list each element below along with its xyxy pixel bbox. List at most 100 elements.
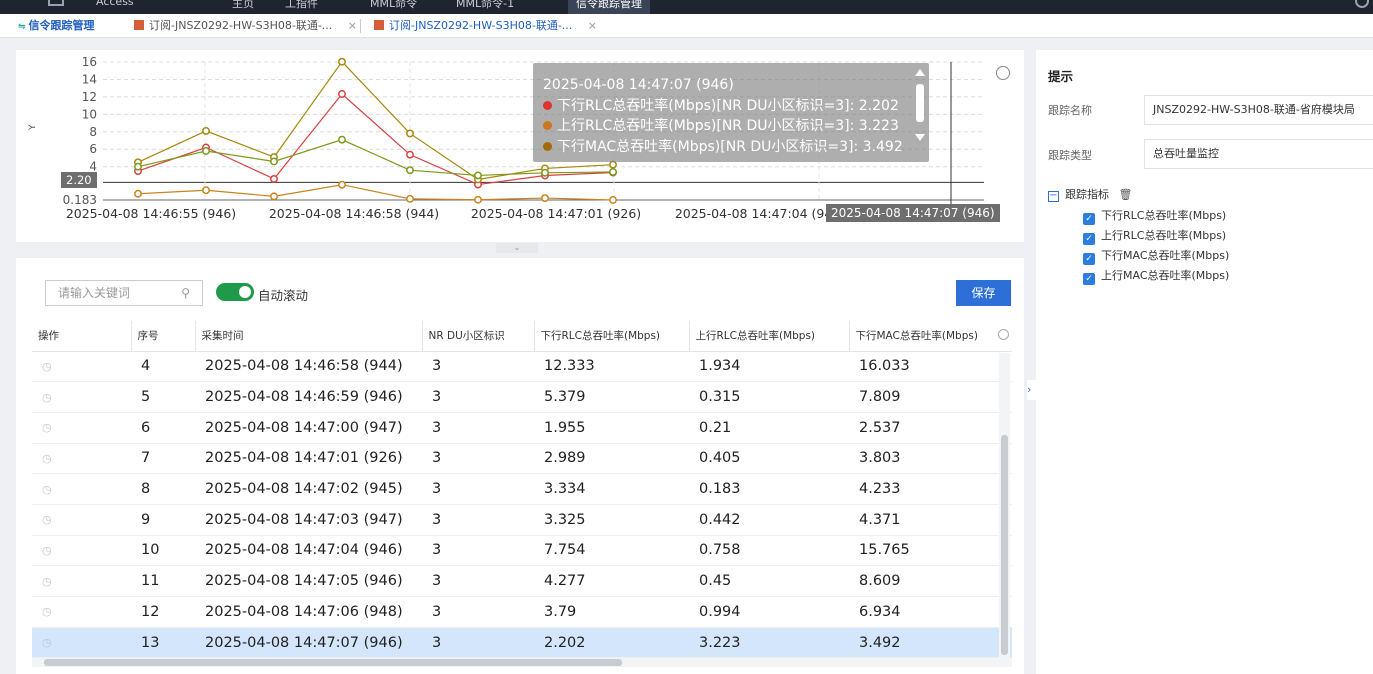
x-tick-label: 2025-04-08 14:47:04 (946) bbox=[675, 206, 845, 221]
top-tab-mml[interactable]: MML命令 bbox=[370, 0, 417, 14]
checkbox-icon[interactable]: ✓ bbox=[1083, 213, 1095, 225]
table-row[interactable]: ◷ 12 2025-04-08 14:47:06 (948) 3 3.79 0.994 6.… bbox=[32, 596, 1012, 628]
cell-id: 3 bbox=[422, 535, 534, 567]
metric-item[interactable]: ✓ 上行RLC总吞吐率(Mbps) bbox=[1083, 227, 1226, 245]
col-header-cell-id[interactable]: NR DU小区标识 bbox=[421, 321, 534, 352]
panel-collapse-arrow[interactable]: › bbox=[1027, 380, 1036, 400]
timer-icon[interactable]: ◷ bbox=[32, 596, 131, 628]
grid-icon bbox=[374, 20, 384, 30]
table-row[interactable]: ◷ 4 2025-04-08 14:46:58 (944) 3 12.333 1.934 1… bbox=[32, 351, 1012, 383]
ul-rlc-value: 0.183 bbox=[689, 473, 849, 505]
timer-icon[interactable]: ◷ bbox=[32, 627, 131, 659]
timer-icon[interactable]: ◷ bbox=[32, 351, 131, 383]
collection-time: 2025-04-08 14:47:01 (926) bbox=[195, 443, 422, 475]
table-row[interactable]: ◷ 13 2025-04-08 14:47:07 (946) 3 2.202 3.223 3… bbox=[32, 627, 1012, 659]
vertical-scrollbar[interactable] bbox=[999, 353, 1010, 658]
row-index: 4 bbox=[131, 351, 195, 383]
table-row[interactable]: ◷ 5 2025-04-08 14:46:59 (946) 3 5.379 0.315 7.… bbox=[32, 381, 1012, 413]
trace-name-field[interactable]: JNSZ0292-HW-S3H08-联通-省府模块局 bbox=[1144, 95, 1373, 125]
search-icon[interactable]: ⚲ bbox=[181, 281, 190, 305]
trace-name-label: 跟踪名称 bbox=[1048, 104, 1092, 117]
data-point bbox=[134, 189, 142, 198]
chart-settings-icon[interactable] bbox=[996, 66, 1010, 80]
metrics-label: 跟踪指标 bbox=[1065, 188, 1109, 201]
search-input[interactable]: 请输入关键词 ⚲ bbox=[45, 280, 203, 306]
top-tab-home[interactable]: 主页 bbox=[232, 0, 254, 14]
ul-rlc-value: 1.934 bbox=[689, 351, 849, 383]
dl-rlc-value: 3.79 bbox=[534, 596, 689, 628]
dl-mac-value: 7.809 bbox=[849, 381, 1012, 413]
tooltip-scrollbar[interactable] bbox=[915, 69, 925, 155]
data-point bbox=[202, 147, 210, 155]
auto-scroll-toggle[interactable] bbox=[216, 283, 254, 301]
top-tab-access[interactable]: Access bbox=[96, 0, 134, 14]
collection-time: 2025-04-08 14:47:03 (947) bbox=[195, 504, 422, 536]
tooltip-title: 2025-04-08 14:47:07 (946) bbox=[543, 77, 734, 93]
data-point bbox=[474, 195, 482, 204]
checkbox-icon[interactable]: ✓ bbox=[1083, 273, 1095, 285]
cell-id: 3 bbox=[422, 596, 534, 628]
row-index: 5 bbox=[131, 381, 195, 413]
col-header-ul-rlc[interactable]: 上行RLC总吞吐率(Mbps) bbox=[688, 321, 849, 352]
tab-strip: ⇋ 信令跟踪管理 订阅-JNSZ0292-HW-S3H08-联通-... × 订阅… bbox=[0, 14, 1373, 38]
table-row[interactable]: ◷ 6 2025-04-08 14:47:00 (947) 3 1.955 0.21 2.5… bbox=[32, 412, 1012, 444]
metric-item[interactable]: ✓ 下行RLC总吞吐率(Mbps) bbox=[1083, 207, 1226, 225]
checkbox-icon[interactable]: ✓ bbox=[1083, 233, 1095, 245]
save-button[interactable]: 保存 bbox=[956, 280, 1011, 306]
dl-rlc-value: 4.277 bbox=[534, 565, 689, 597]
top-tab-tools[interactable]: 工指件 bbox=[285, 0, 318, 14]
timer-icon[interactable]: ◷ bbox=[32, 535, 131, 567]
y-tick-label: 6 bbox=[89, 142, 97, 156]
collection-time: 2025-04-08 14:47:07 (946) bbox=[195, 627, 422, 659]
table-row[interactable]: ◷ 7 2025-04-08 14:47:01 (926) 3 2.989 0.405 3.… bbox=[32, 443, 1012, 475]
timer-icon[interactable]: ◷ bbox=[32, 473, 131, 505]
horizontal-scrollbar[interactable] bbox=[32, 658, 1012, 667]
close-icon[interactable]: × bbox=[588, 19, 597, 32]
metric-item[interactable]: ✓ 下行MAC总吞吐率(Mbps) bbox=[1083, 247, 1229, 265]
tab-subscription-1[interactable]: 订阅-JNSZ0292-HW-S3H08-联通-... × bbox=[134, 14, 357, 38]
tab-subscription-2[interactable]: 订阅-JNSZ0292-HW-S3H08-联通-... × bbox=[374, 14, 597, 38]
tab-signal-trace[interactable]: ⇋ 信令跟踪管理 bbox=[18, 14, 95, 38]
top-tab-mml-1[interactable]: MML命令-1 bbox=[456, 0, 514, 14]
timer-icon[interactable]: ◷ bbox=[32, 381, 131, 413]
table-row[interactable]: ◷ 11 2025-04-08 14:47:05 (946) 3 4.277 0.45 8.… bbox=[32, 565, 1012, 597]
data-point bbox=[609, 160, 617, 169]
dl-rlc-value: 2.202 bbox=[534, 627, 689, 659]
trace-type-field[interactable]: 总吞吐量监控 bbox=[1144, 139, 1373, 169]
col-header-index[interactable]: 序号 bbox=[130, 321, 195, 352]
data-grid-card: 请输入关键词 ⚲ 自动滚动 保存 操作 序号 采集时间 NR DU小区标识 下行… bbox=[16, 258, 1024, 674]
top-nav-bar: Access 主页 工指件 MML命令 MML命令-1 信令跟踪管理 bbox=[0, 0, 1373, 14]
table-row[interactable]: ◷ 10 2025-04-08 14:47:04 (946) 3 7.754 0.758 1… bbox=[32, 535, 1012, 567]
cell-id: 3 bbox=[422, 381, 534, 413]
table-row[interactable]: ◷ 8 2025-04-08 14:47:02 (945) 3 3.334 0.183 4.… bbox=[32, 473, 1012, 505]
table-settings-icon[interactable] bbox=[998, 329, 1009, 340]
table-row[interactable]: ◷ 9 2025-04-08 14:47:03 (947) 3 3.325 0.442 4.… bbox=[32, 504, 1012, 536]
trash-icon[interactable]: 🗑 bbox=[1119, 188, 1133, 201]
apps-icon[interactable] bbox=[48, 0, 64, 6]
col-header-action[interactable]: 操作 bbox=[32, 321, 131, 352]
cell-id: 3 bbox=[422, 473, 534, 505]
y-tick-label: 12 bbox=[82, 90, 97, 104]
collapse-tree-icon[interactable]: − bbox=[1048, 191, 1059, 202]
data-point bbox=[474, 171, 482, 180]
timer-icon[interactable]: ◷ bbox=[32, 443, 131, 475]
close-icon[interactable]: × bbox=[348, 19, 357, 32]
y-tick-label: 8 bbox=[89, 125, 97, 139]
timer-icon[interactable]: ◷ bbox=[32, 565, 131, 597]
x-tick-label: 2025-04-08 14:46:55 (946) bbox=[66, 206, 236, 221]
top-tab-signal-trace[interactable]: 信令跟踪管理 bbox=[568, 0, 650, 14]
cell-id: 3 bbox=[422, 504, 534, 536]
cell-id: 3 bbox=[422, 565, 534, 597]
col-header-dl-rlc[interactable]: 下行RLC总吞吐率(Mbps) bbox=[533, 321, 689, 352]
settings-icon[interactable] bbox=[1355, 0, 1369, 8]
metric-item[interactable]: ✓ 上行MAC总吞吐率(Mbps) bbox=[1083, 267, 1229, 285]
ul-rlc-value: 0.405 bbox=[689, 443, 849, 475]
col-header-dl-mac[interactable]: 下行MAC总吞吐率(Mbps) bbox=[848, 321, 1012, 352]
data-point bbox=[406, 150, 414, 159]
timer-icon[interactable]: ◷ bbox=[32, 412, 131, 444]
panel-title: 提示 bbox=[1048, 69, 1074, 84]
col-header-time[interactable]: 采集时间 bbox=[194, 321, 422, 352]
collapse-handle[interactable]: ⌄ bbox=[496, 243, 538, 253]
timer-icon[interactable]: ◷ bbox=[32, 504, 131, 536]
checkbox-icon[interactable]: ✓ bbox=[1083, 253, 1095, 265]
